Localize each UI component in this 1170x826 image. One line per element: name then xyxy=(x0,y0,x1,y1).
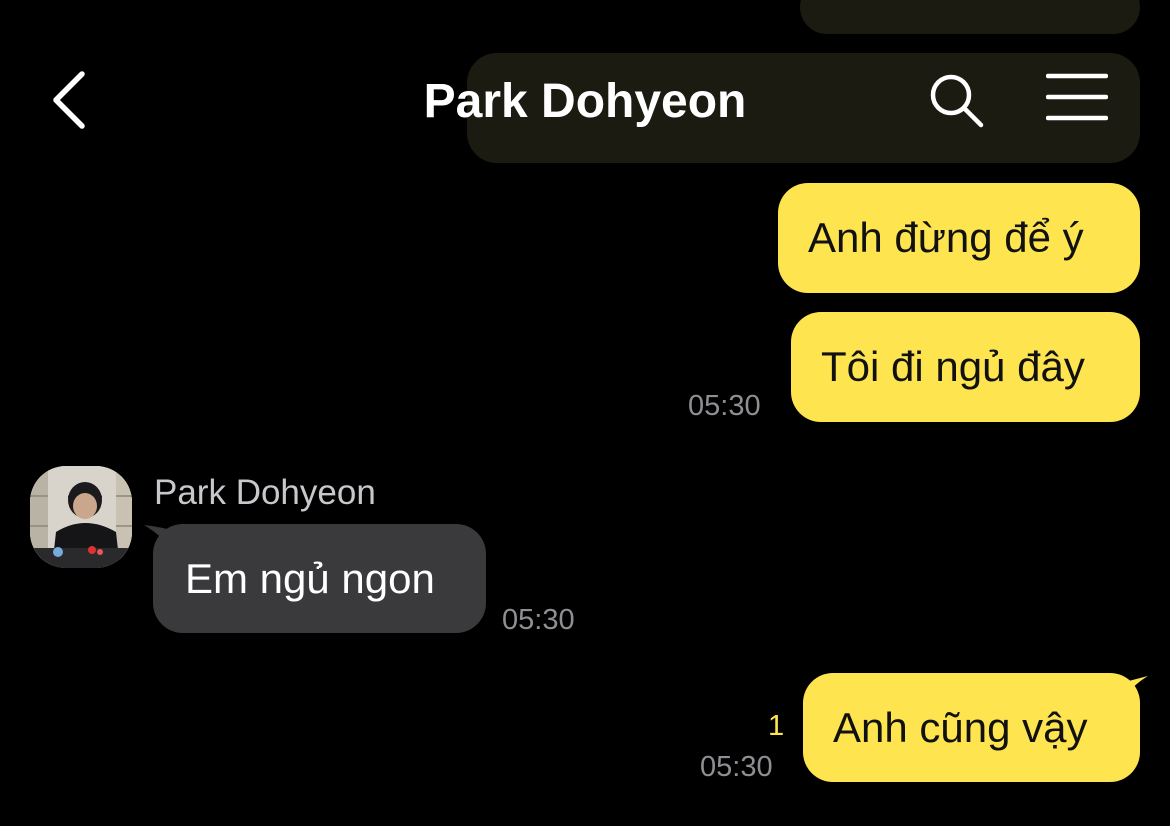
avatar[interactable] xyxy=(30,466,132,568)
incoming-message-bubble[interactable]: Em ngủ ngon xyxy=(153,524,486,633)
outgoing-message-bubble[interactable]: Anh đừng để ý xyxy=(778,183,1140,293)
search-icon[interactable] xyxy=(926,70,986,130)
message-text: Tôi đi ngủ đây xyxy=(821,343,1085,390)
message-timestamp: 05:30 xyxy=(688,390,761,422)
message-text: Anh đừng để ý xyxy=(808,214,1084,261)
message-text: Em ngủ ngon xyxy=(185,554,435,602)
chat-title: Park Dohyeon xyxy=(423,75,747,128)
scrolled-message-bubble-top[interactable] xyxy=(800,0,1140,34)
outgoing-message-bubble[interactable]: Tôi đi ngủ đây xyxy=(791,312,1140,422)
sender-name: Park Dohyeon xyxy=(154,473,376,512)
message-text: Anh cũng vậy xyxy=(833,703,1088,751)
message-timestamp: 05:30 xyxy=(502,604,575,636)
outgoing-message-bubble[interactable]: Anh cũng vậy xyxy=(803,673,1140,782)
message-timestamp: 05:30 xyxy=(700,751,773,783)
unread-count: 1 xyxy=(768,710,785,742)
hamburger-menu-icon[interactable] xyxy=(1046,72,1108,122)
avatar-photo xyxy=(30,466,132,568)
